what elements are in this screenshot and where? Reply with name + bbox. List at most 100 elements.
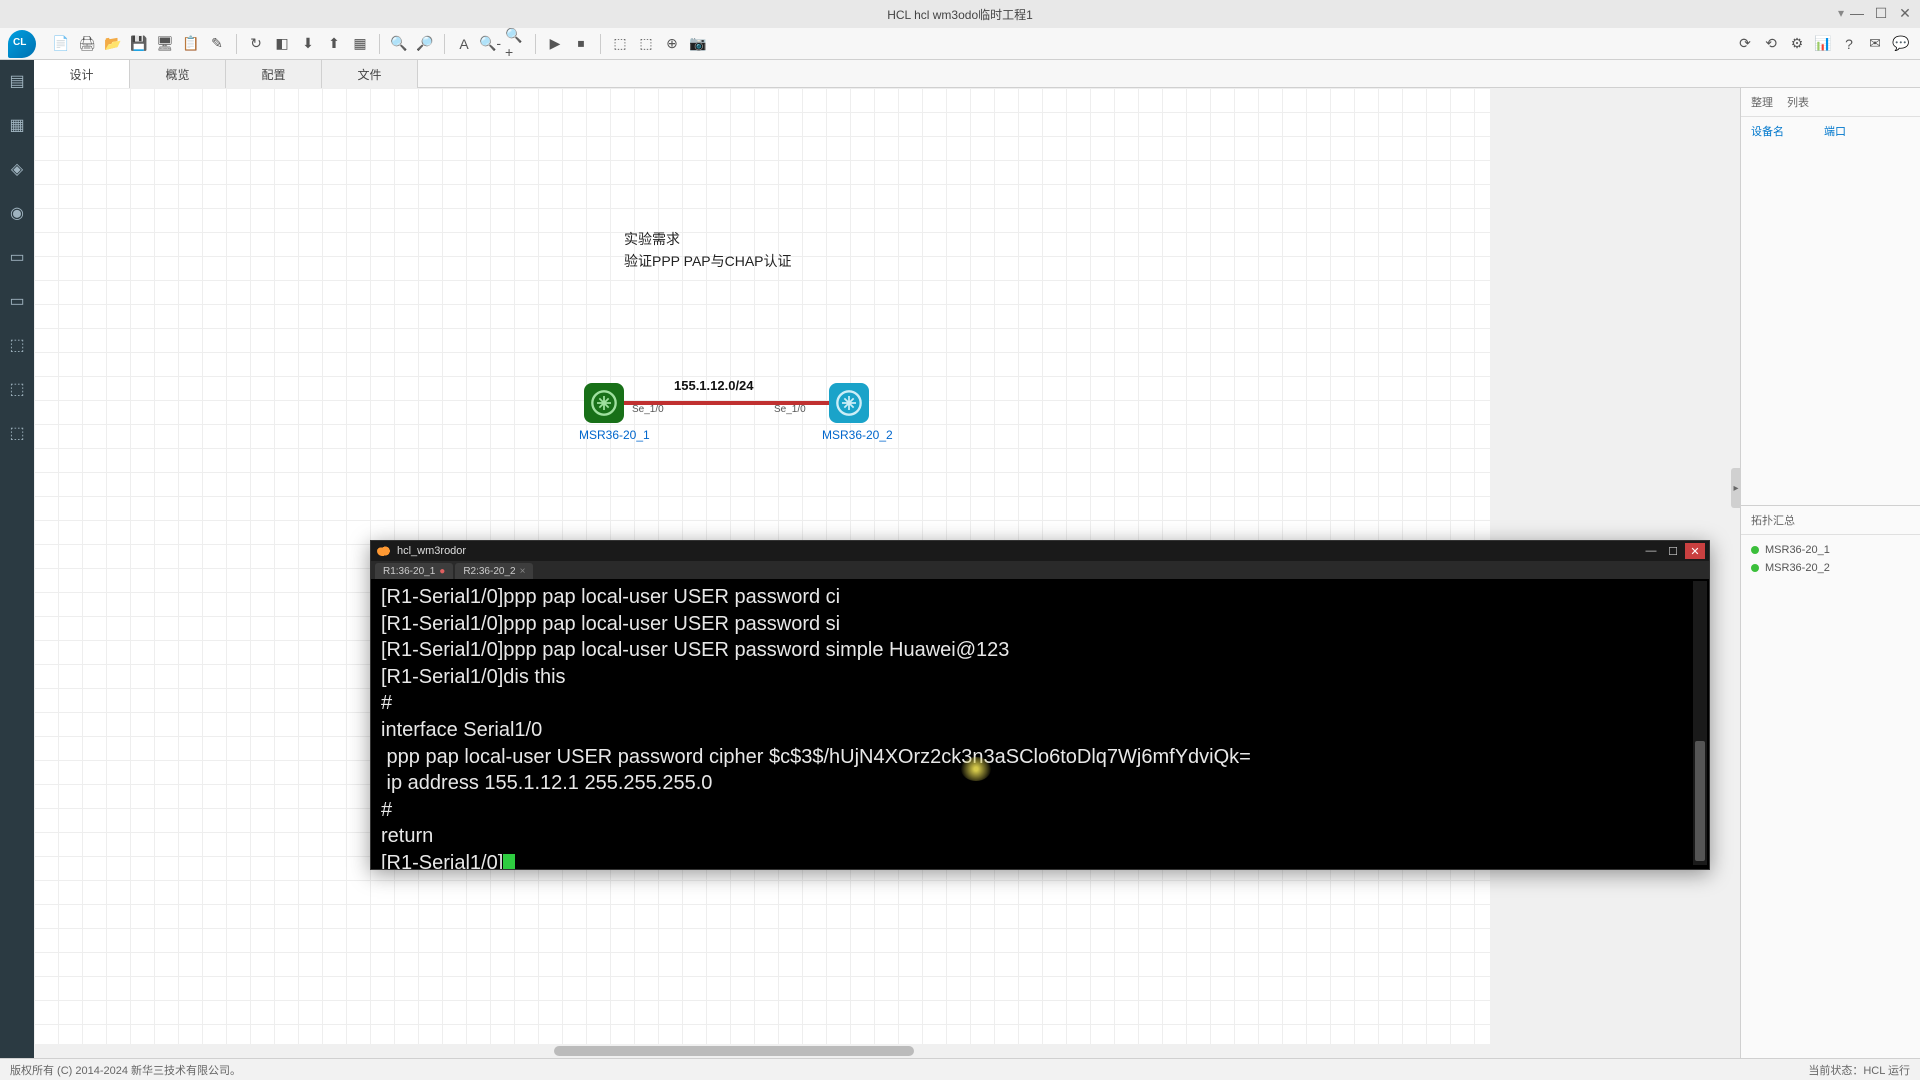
toolbar-separator — [600, 34, 601, 54]
upload-icon[interactable]: ⬆ — [323, 33, 345, 55]
device-list-item[interactable]: MSR36-20_1 — [1751, 541, 1910, 559]
help-icon[interactable]: ? — [1838, 33, 1860, 55]
find-icon[interactable]: 🔍 — [388, 33, 410, 55]
close-button[interactable]: ✕ — [1896, 4, 1914, 22]
terminal-line: [R1-Serial1/0]ppp pap local-user USER pa… — [381, 586, 840, 608]
terminal-titlebar[interactable]: hcl_wm3rodor — ☐ ✕ — [371, 541, 1709, 561]
window-titlebar: HCL hcl wm3odo临时工程1 ▾ — ☐ ✕ — [0, 0, 1920, 28]
menu-dropdown-icon[interactable]: ▾ — [1838, 6, 1844, 20]
edit-icon[interactable]: ✎ — [206, 33, 228, 55]
settings-icon[interactable]: ⚙ — [1786, 33, 1808, 55]
palette-item-3-icon[interactable]: ◈ — [4, 156, 30, 182]
text-a-icon[interactable]: A — [453, 33, 475, 55]
download-icon[interactable]: ⬇ — [297, 33, 319, 55]
tool-b-icon[interactable]: ⬚ — [635, 33, 657, 55]
zoom-icon[interactable]: 🔎 — [414, 33, 436, 55]
left-toolbox: ▤ ▦ ◈ ◉ ▭ ▭ ⬚ ⬚ ⬚ — [0, 60, 34, 1058]
panel-collapse-button[interactable]: ▸ — [1731, 468, 1741, 508]
new-file-icon[interactable]: 📄 — [50, 33, 72, 55]
terminal-close-button[interactable]: ✕ — [1685, 543, 1705, 559]
refresh-icon[interactable]: ↻ — [245, 33, 267, 55]
palette-item-5-icon[interactable]: ▭ — [4, 244, 30, 270]
terminal-tab-1[interactable]: R1:36-20_1 ● — [375, 563, 453, 579]
terminal-line: return — [381, 825, 433, 847]
terminal-scrollbar[interactable] — [1693, 581, 1707, 865]
terminal-tab-2-close-icon[interactable]: × — [520, 566, 526, 577]
palette-item-7-icon[interactable]: ⬚ — [4, 332, 30, 358]
tab-config[interactable]: 配置 — [226, 60, 322, 88]
toolbar-separator — [236, 34, 237, 54]
port-label-2: Se_1/0 — [774, 404, 806, 415]
terminal-line: [R1-Serial1/0]ppp pap local-user USER pa… — [381, 639, 1009, 661]
router-1-label[interactable]: MSR36-20_1 — [579, 428, 650, 442]
palette-item-6-icon[interactable]: ▭ — [4, 288, 30, 314]
print-icon[interactable]: 🖨 — [76, 33, 98, 55]
zoom-in-icon[interactable]: 🔍+ — [505, 33, 527, 55]
subtab-port[interactable]: 端口 — [1824, 123, 1846, 139]
terminal-minimize-button[interactable]: — — [1641, 543, 1661, 559]
camera-icon[interactable]: 📷 — [687, 33, 709, 55]
window-title: HCL hcl wm3odo临时工程1 — [887, 6, 1033, 23]
stats-icon[interactable]: 📊 — [1812, 33, 1834, 55]
layers-icon[interactable]: ◧ — [271, 33, 293, 55]
device-list-item[interactable]: MSR36-20_2 — [1751, 559, 1910, 577]
stop-icon[interactable]: ⏹ — [570, 33, 592, 55]
tool-c-icon[interactable]: ⊕ — [661, 33, 683, 55]
terminal-tab-2-label: R2:36-20_2 — [463, 566, 515, 577]
mail-icon[interactable]: ✉ — [1864, 33, 1886, 55]
note-line-2: 验证PPP PAP与CHAP认证 — [624, 250, 792, 272]
router-1-icon[interactable] — [584, 383, 624, 423]
tab-file[interactable]: 文件 — [322, 60, 418, 88]
device-list: MSR36-20_1 MSR36-20_2 — [1741, 535, 1920, 583]
port-label-1: Se_1/0 — [632, 404, 664, 415]
play-icon[interactable]: ▶ — [544, 33, 566, 55]
zoom-out-icon[interactable]: 🔍- — [479, 33, 501, 55]
chat-icon[interactable]: 💬 — [1890, 33, 1912, 55]
canvas-horizontal-scrollbar[interactable] — [34, 1044, 1490, 1058]
right-panel-subtabs: 设备名 端口 — [1741, 117, 1920, 145]
reload-icon[interactable]: ⟲ — [1760, 33, 1782, 55]
open-icon[interactable]: 📂 — [102, 33, 124, 55]
tab-overview[interactable]: 概览 — [130, 60, 226, 88]
terminal-body[interactable]: [R1-Serial1/0]ppp pap local-user USER pa… — [371, 579, 1709, 869]
right-panel-header: 整理 列表 — [1741, 88, 1920, 117]
router-2-label[interactable]: MSR36-20_2 — [822, 428, 893, 442]
scrollbar-thumb[interactable] — [554, 1046, 914, 1056]
status-bar: 版权所有 (C) 2014-2024 新华三技术有限公司。 当前状态：HCL 运… — [0, 1058, 1920, 1080]
topology-summary-title: 拓扑汇总 — [1751, 512, 1795, 528]
status-dot-icon — [1751, 546, 1759, 554]
palette-item-9-icon[interactable]: ⬚ — [4, 420, 30, 446]
palette-item-2-icon[interactable]: ▦ — [4, 112, 30, 138]
main-toolbar: 📄 🖨 📂 💾 🖥 📋 ✎ ↻ ◧ ⬇ ⬆ ▦ 🔍 🔎 A 🔍- 🔍+ ▶ ⏹ … — [0, 28, 1920, 60]
clipboard-icon[interactable]: 📋 — [180, 33, 202, 55]
terminal-line: [R1-Serial1/0]ppp pap local-user USER pa… — [381, 613, 840, 635]
terminal-title: hcl_wm3rodor — [397, 545, 466, 557]
palette-item-4-icon[interactable]: ◉ — [4, 200, 30, 226]
terminal-tab-1-close-icon[interactable]: ● — [439, 566, 445, 577]
tool-a-icon[interactable]: ⬚ — [609, 33, 631, 55]
palette-item-1-icon[interactable]: ▤ — [4, 68, 30, 94]
terminal-window[interactable]: hcl_wm3rodor — ☐ ✕ R1:36-20_1 ● R2:36-20… — [370, 540, 1710, 870]
router-2-icon[interactable] — [829, 383, 869, 423]
terminal-maximize-button[interactable]: ☐ — [1663, 543, 1683, 559]
note-line-1: 实验需求 — [624, 228, 792, 250]
sync-icon[interactable]: ⟳ — [1734, 33, 1756, 55]
right-panel-hdr-2[interactable]: 列表 — [1787, 94, 1809, 110]
display-icon[interactable]: 🖥 — [154, 33, 176, 55]
grid-icon[interactable]: ▦ — [349, 33, 371, 55]
right-panel-hdr-1[interactable]: 整理 — [1751, 94, 1773, 110]
toolbar-separator — [535, 34, 536, 54]
tab-design[interactable]: 设计 — [34, 60, 130, 88]
maximize-button[interactable]: ☐ — [1872, 4, 1890, 22]
terminal-tab-2[interactable]: R2:36-20_2 × — [455, 563, 533, 579]
subtab-device[interactable]: 设备名 — [1751, 123, 1784, 139]
save-icon[interactable]: 💾 — [128, 33, 150, 55]
palette-item-8-icon[interactable]: ⬚ — [4, 376, 30, 402]
device-name: MSR36-20_1 — [1765, 544, 1830, 556]
terminal-app-icon — [377, 546, 391, 556]
terminal-cursor — [503, 854, 515, 869]
right-panel: ▸ 整理 列表 设备名 端口 拓扑汇总 MSR36-20_1 MSR36-20_… — [1740, 88, 1920, 1058]
minimize-button[interactable]: — — [1848, 4, 1866, 22]
terminal-tabs: R1:36-20_1 ● R2:36-20_2 × — [371, 561, 1709, 579]
terminal-scrollbar-thumb[interactable] — [1695, 741, 1705, 861]
